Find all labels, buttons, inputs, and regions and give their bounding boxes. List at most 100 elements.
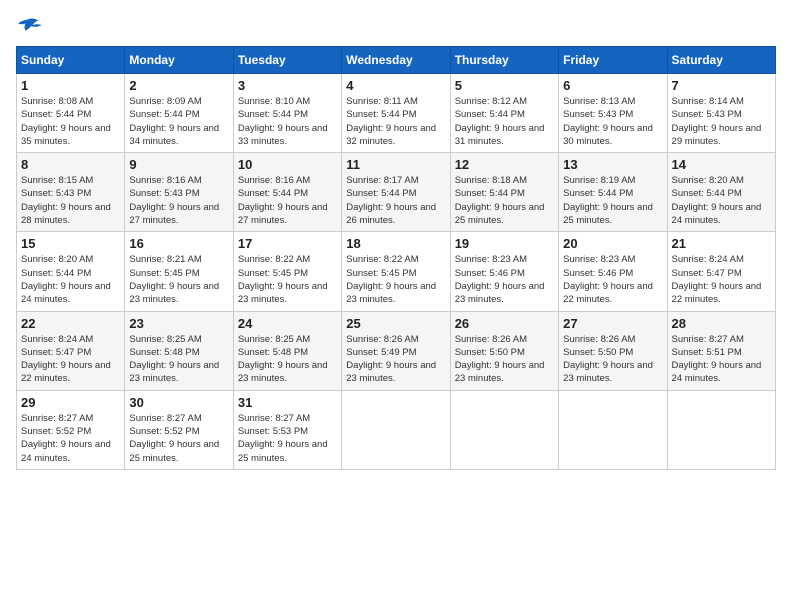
- day-info: Sunrise: 8:26 AMSunset: 5:50 PMDaylight:…: [455, 333, 554, 386]
- day-number: 5: [455, 78, 554, 93]
- day-info: Sunrise: 8:26 AMSunset: 5:50 PMDaylight:…: [563, 333, 662, 386]
- day-number: 9: [129, 157, 228, 172]
- day-number: 16: [129, 236, 228, 251]
- day-info: Sunrise: 8:27 AMSunset: 5:51 PMDaylight:…: [672, 333, 771, 386]
- calendar-cell: 12 Sunrise: 8:18 AMSunset: 5:44 PMDayligh…: [450, 153, 558, 232]
- weekday-friday: Friday: [559, 47, 667, 74]
- day-number: 6: [563, 78, 662, 93]
- day-number: 27: [563, 316, 662, 331]
- weekday-sunday: Sunday: [17, 47, 125, 74]
- day-number: 2: [129, 78, 228, 93]
- calendar-cell: 15 Sunrise: 8:20 AMSunset: 5:44 PMDayligh…: [17, 232, 125, 311]
- week-row-4: 22Sunrise: 8:24 AMSunset: 5:47 PMDayligh…: [17, 311, 776, 390]
- day-number: 10: [238, 157, 337, 172]
- calendar-cell: 14Sunrise: 8:20 AMSunset: 5:44 PMDayligh…: [667, 153, 775, 232]
- day-number: 18: [346, 236, 445, 251]
- week-row-5: 29 Sunrise: 8:27 AMSunset: 5:52 PMDayligh…: [17, 390, 776, 469]
- calendar-cell: 8 Sunrise: 8:15 AMSunset: 5:43 PMDaylight…: [17, 153, 125, 232]
- week-row-2: 8 Sunrise: 8:15 AMSunset: 5:43 PMDaylight…: [17, 153, 776, 232]
- calendar-cell: 17 Sunrise: 8:22 AMSunset: 5:45 PMDayligh…: [233, 232, 341, 311]
- calendar-cell: 23Sunrise: 8:25 AMSunset: 5:48 PMDayligh…: [125, 311, 233, 390]
- day-info: Sunrise: 8:26 AMSunset: 5:49 PMDaylight:…: [346, 333, 445, 386]
- day-info: Sunrise: 8:17 AMSunset: 5:44 PMDaylight:…: [346, 174, 445, 227]
- day-number: 21: [672, 236, 771, 251]
- day-info: Sunrise: 8:16 AMSunset: 5:43 PMDaylight:…: [129, 174, 228, 227]
- day-info: Sunrise: 8:14 AMSunset: 5:43 PMDaylight:…: [672, 95, 771, 148]
- calendar-cell: 7 Sunrise: 8:14 AMSunset: 5:43 PMDaylight…: [667, 74, 775, 153]
- calendar-cell: 4Sunrise: 8:11 AMSunset: 5:44 PMDaylight…: [342, 74, 450, 153]
- calendar-table: SundayMondayTuesdayWednesdayThursdayFrid…: [16, 46, 776, 470]
- calendar-cell: 5 Sunrise: 8:12 AMSunset: 5:44 PMDaylight…: [450, 74, 558, 153]
- day-number: 1: [21, 78, 120, 93]
- calendar-cell: 9 Sunrise: 8:16 AMSunset: 5:43 PMDaylight…: [125, 153, 233, 232]
- calendar-cell: [342, 390, 450, 469]
- day-number: 3: [238, 78, 337, 93]
- calendar-cell: 2 Sunrise: 8:09 AMSunset: 5:44 PMDaylight…: [125, 74, 233, 153]
- day-number: 11: [346, 157, 445, 172]
- calendar-cell: 13 Sunrise: 8:19 AMSunset: 5:44 PMDayligh…: [559, 153, 667, 232]
- day-number: 13: [563, 157, 662, 172]
- weekday-thursday: Thursday: [450, 47, 558, 74]
- day-number: 20: [563, 236, 662, 251]
- calendar-cell: 11 Sunrise: 8:17 AMSunset: 5:44 PMDayligh…: [342, 153, 450, 232]
- day-info: Sunrise: 8:15 AMSunset: 5:43 PMDaylight:…: [21, 174, 120, 227]
- day-number: 17: [238, 236, 337, 251]
- calendar-cell: 31 Sunrise: 8:27 AMSunset: 5:53 PMDayligh…: [233, 390, 341, 469]
- day-number: 4: [346, 78, 445, 93]
- day-info: Sunrise: 8:08 AMSunset: 5:44 PMDaylight:…: [21, 95, 120, 148]
- calendar-cell: 21 Sunrise: 8:24 AMSunset: 5:47 PMDayligh…: [667, 232, 775, 311]
- day-number: 31: [238, 395, 337, 410]
- weekday-saturday: Saturday: [667, 47, 775, 74]
- week-row-3: 15 Sunrise: 8:20 AMSunset: 5:44 PMDayligh…: [17, 232, 776, 311]
- day-number: 26: [455, 316, 554, 331]
- day-info: Sunrise: 8:09 AMSunset: 5:44 PMDaylight:…: [129, 95, 228, 148]
- calendar-cell: 22Sunrise: 8:24 AMSunset: 5:47 PMDayligh…: [17, 311, 125, 390]
- day-number: 24: [238, 316, 337, 331]
- calendar-cell: 3 Sunrise: 8:10 AMSunset: 5:44 PMDaylight…: [233, 74, 341, 153]
- day-info: Sunrise: 8:20 AMSunset: 5:44 PMDaylight:…: [672, 174, 771, 227]
- day-number: 12: [455, 157, 554, 172]
- weekday-monday: Monday: [125, 47, 233, 74]
- page-header: [16, 16, 776, 38]
- weekday-wednesday: Wednesday: [342, 47, 450, 74]
- calendar-cell: 16Sunrise: 8:21 AMSunset: 5:45 PMDayligh…: [125, 232, 233, 311]
- day-info: Sunrise: 8:22 AMSunset: 5:45 PMDaylight:…: [238, 253, 337, 306]
- day-info: Sunrise: 8:19 AMSunset: 5:44 PMDaylight:…: [563, 174, 662, 227]
- calendar-cell: [559, 390, 667, 469]
- day-info: Sunrise: 8:12 AMSunset: 5:44 PMDaylight:…: [455, 95, 554, 148]
- day-number: 15: [21, 236, 120, 251]
- weekday-tuesday: Tuesday: [233, 47, 341, 74]
- day-number: 7: [672, 78, 771, 93]
- day-info: Sunrise: 8:20 AMSunset: 5:44 PMDaylight:…: [21, 253, 120, 306]
- day-info: Sunrise: 8:16 AMSunset: 5:44 PMDaylight:…: [238, 174, 337, 227]
- day-info: Sunrise: 8:25 AMSunset: 5:48 PMDaylight:…: [238, 333, 337, 386]
- calendar-cell: 27 Sunrise: 8:26 AMSunset: 5:50 PMDayligh…: [559, 311, 667, 390]
- day-info: Sunrise: 8:24 AMSunset: 5:47 PMDaylight:…: [21, 333, 120, 386]
- calendar-cell: 10 Sunrise: 8:16 AMSunset: 5:44 PMDayligh…: [233, 153, 341, 232]
- day-info: Sunrise: 8:18 AMSunset: 5:44 PMDaylight:…: [455, 174, 554, 227]
- calendar-cell: 1 Sunrise: 8:08 AMSunset: 5:44 PMDaylight…: [17, 74, 125, 153]
- weekday-header-row: SundayMondayTuesdayWednesdayThursdayFrid…: [17, 47, 776, 74]
- calendar-cell: 26 Sunrise: 8:26 AMSunset: 5:50 PMDayligh…: [450, 311, 558, 390]
- calendar-body: 1 Sunrise: 8:08 AMSunset: 5:44 PMDaylight…: [17, 74, 776, 470]
- calendar-cell: [667, 390, 775, 469]
- day-info: Sunrise: 8:27 AMSunset: 5:53 PMDaylight:…: [238, 412, 337, 465]
- calendar-cell: 25 Sunrise: 8:26 AMSunset: 5:49 PMDayligh…: [342, 311, 450, 390]
- day-info: Sunrise: 8:24 AMSunset: 5:47 PMDaylight:…: [672, 253, 771, 306]
- day-info: Sunrise: 8:27 AMSunset: 5:52 PMDaylight:…: [21, 412, 120, 465]
- logo-icon: [16, 16, 44, 38]
- day-info: Sunrise: 8:10 AMSunset: 5:44 PMDaylight:…: [238, 95, 337, 148]
- day-number: 23: [129, 316, 228, 331]
- calendar-cell: 19Sunrise: 8:23 AMSunset: 5:46 PMDayligh…: [450, 232, 558, 311]
- day-number: 25: [346, 316, 445, 331]
- day-number: 29: [21, 395, 120, 410]
- calendar-cell: 20 Sunrise: 8:23 AMSunset: 5:46 PMDayligh…: [559, 232, 667, 311]
- calendar-cell: 6Sunrise: 8:13 AMSunset: 5:43 PMDaylight…: [559, 74, 667, 153]
- week-row-1: 1 Sunrise: 8:08 AMSunset: 5:44 PMDaylight…: [17, 74, 776, 153]
- day-info: Sunrise: 8:23 AMSunset: 5:46 PMDaylight:…: [563, 253, 662, 306]
- day-number: 8: [21, 157, 120, 172]
- day-info: Sunrise: 8:23 AMSunset: 5:46 PMDaylight:…: [455, 253, 554, 306]
- calendar-cell: 30Sunrise: 8:27 AMSunset: 5:52 PMDayligh…: [125, 390, 233, 469]
- calendar-cell: 18Sunrise: 8:22 AMSunset: 5:45 PMDayligh…: [342, 232, 450, 311]
- calendar-cell: 24 Sunrise: 8:25 AMSunset: 5:48 PMDayligh…: [233, 311, 341, 390]
